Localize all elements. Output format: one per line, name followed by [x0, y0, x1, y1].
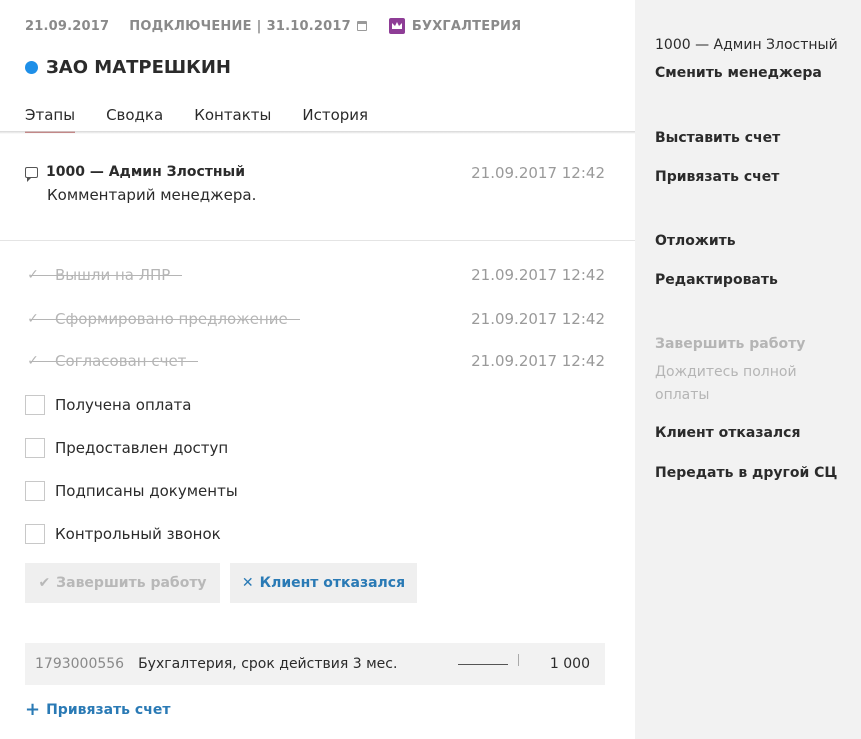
finish-work-button[interactable]: ✔ Завершить работу: [25, 563, 220, 603]
stage-todo-item: Предоставлен доступ: [25, 437, 605, 459]
actions-sidebar: 1000 — Админ Злостный Сменить менеджера …: [635, 0, 861, 739]
comment-text: Комментарий менеджера.: [47, 186, 257, 204]
stage-done-item: ✓ Вышли на ЛПР 21.09.2017 12:42: [25, 264, 605, 286]
check-icon: ✔: [38, 575, 51, 591]
comment-time: 21.09.2017 12:42: [471, 164, 605, 182]
attach-invoice-link[interactable]: + Привязать счет: [25, 699, 170, 720]
connection-date[interactable]: 31.10.2017: [267, 19, 351, 34]
stage-done-item: ✓ Сформировано предложение 21.09.2017 12…: [25, 308, 605, 330]
change-manager-link[interactable]: Сменить менеджера: [655, 65, 822, 81]
transfer-link[interactable]: Передать в другой СЦ: [655, 465, 837, 481]
tab-stages[interactable]: Этапы: [25, 106, 76, 133]
attach-invoice-side-link[interactable]: Привязать счет: [655, 169, 779, 185]
invoice-separator: [518, 654, 519, 666]
stage-label: Контрольный звонок: [55, 525, 221, 543]
stage-label: Согласован счет: [31, 352, 199, 370]
stage-todo-item: Получена оплата: [25, 394, 605, 416]
crown-icon: [388, 18, 405, 34]
postpone-link[interactable]: Отложить: [655, 233, 736, 249]
header-meta: 21.09.2017 ПОДКЛЮЧЕНИЕ | 31.10.2017 БУХГ…: [25, 18, 521, 34]
stage-label: Предоставлен доступ: [55, 439, 229, 457]
close-icon: ✕: [241, 575, 254, 591]
stage-checkbox[interactable]: [25, 438, 45, 458]
stage-label: Сформировано предложение: [31, 310, 300, 328]
client-refused-link[interactable]: Клиент отказался: [655, 425, 800, 441]
calendar-icon[interactable]: [356, 21, 367, 31]
stage-label: Вышли на ЛПР: [31, 266, 183, 284]
finish-work-link: Завершить работу: [655, 336, 806, 352]
company-title: ЗАО МАТРЕШКИН: [25, 57, 231, 78]
current-manager: 1000 — Админ Злостный: [655, 37, 838, 53]
stage-time: 21.09.2017 12:42: [471, 352, 605, 370]
department-badge: БУХГАЛТЕРИЯ: [388, 18, 522, 34]
meta-separator: |: [256, 18, 262, 34]
comment-author: 1000 — Админ Злостный: [46, 164, 246, 180]
department-name: БУХГАЛТЕРИЯ: [411, 18, 522, 34]
status-dot: [25, 61, 38, 74]
stage-label: Получена оплата: [55, 396, 192, 414]
comment-icon: [25, 166, 38, 182]
client-refused-button[interactable]: ✕ Клиент отказался: [230, 563, 417, 603]
stage-checkbox[interactable]: [25, 481, 45, 501]
stage-todo-item: Подписаны документы: [25, 480, 605, 502]
invoice-dash: [458, 664, 508, 665]
stage-checkbox[interactable]: [25, 524, 45, 544]
finish-work-hint: Дождитесь полной оплаты: [655, 364, 797, 403]
tab-summary[interactable]: Сводка: [106, 106, 163, 133]
tabs: Этапы Сводка Контакты История: [25, 106, 399, 133]
invoice-description: Бухгалтерия, срок действия 3 мес.: [138, 656, 398, 672]
main-panel: 21.09.2017 ПОДКЛЮЧЕНИЕ | 31.10.2017 БУХГ…: [0, 0, 635, 739]
stage-todo-item: Контрольный звонок: [25, 523, 605, 545]
tabs-divider: [0, 131, 635, 134]
edit-link[interactable]: Редактировать: [655, 272, 778, 288]
invoice-number: 1793000556: [35, 656, 125, 672]
section-divider: [0, 240, 635, 241]
invoice-row[interactable]: 1793000556 Бухгалтерия, срок действия 3 …: [25, 643, 605, 685]
plus-icon: +: [25, 699, 41, 720]
tab-history[interactable]: История: [302, 106, 368, 133]
invoice-amount: 1 000: [549, 656, 590, 672]
stage-label: Подписаны документы: [55, 482, 238, 500]
manager-comment: 1000 — Админ Злостный 21.09.2017 12:42 К…: [25, 164, 605, 204]
stage-checkbox[interactable]: [25, 395, 45, 415]
tab-contacts[interactable]: Контакты: [194, 106, 271, 133]
stage-time: 21.09.2017 12:42: [471, 266, 605, 284]
stage-time: 21.09.2017 12:42: [471, 310, 605, 328]
stage-done-item: ✓ Согласован счет 21.09.2017 12:42: [25, 350, 605, 372]
connection-label: ПОДКЛЮЧЕНИЕ: [129, 18, 252, 34]
issue-invoice-link[interactable]: Выставить счет: [655, 130, 780, 146]
created-date: 21.09.2017: [25, 18, 110, 34]
company-name: ЗАО МАТРЕШКИН: [46, 57, 231, 78]
